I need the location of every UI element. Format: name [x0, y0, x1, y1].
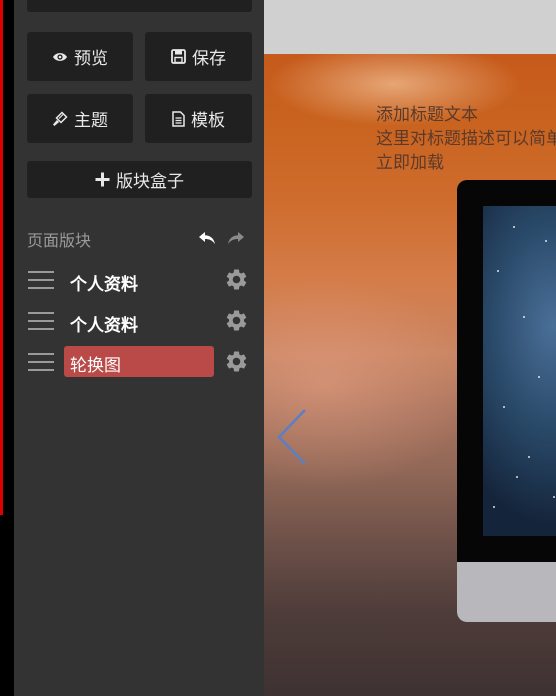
- block-list-item-active[interactable]: 轮换图: [14, 344, 264, 380]
- hero-description: 这里对标题描述可以简单: [376, 129, 556, 149]
- eye-icon: [52, 51, 68, 63]
- redo-icon[interactable]: [226, 228, 246, 248]
- gear-icon[interactable]: [224, 267, 249, 292]
- template-label: 模板: [191, 111, 225, 131]
- save-button[interactable]: 保存: [145, 32, 252, 81]
- undo-icon[interactable]: [197, 228, 217, 248]
- hero-load-link[interactable]: 立即加载: [376, 148, 444, 173]
- preview-label: 预览: [74, 49, 108, 69]
- document-icon: [172, 110, 185, 127]
- carousel-hero: 添加标题文本 这里对标题描述可以简单 立即加载: [264, 54, 556, 696]
- drag-handle-icon[interactable]: [28, 352, 54, 372]
- sidebar-top-button-edge[interactable]: [27, 0, 252, 12]
- floppy-disk-icon: [171, 49, 186, 64]
- add-block-box-button[interactable]: 版块盒子: [27, 161, 252, 198]
- block-item-label-selected[interactable]: 轮换图: [64, 346, 214, 377]
- block-box-label: 版块盒子: [116, 172, 184, 192]
- theme-label: 主题: [74, 111, 108, 131]
- chevron-left-icon[interactable]: [276, 408, 310, 466]
- gear-icon[interactable]: [224, 308, 249, 333]
- save-label: 保存: [192, 49, 226, 69]
- block-list-item[interactable]: 个人资料: [14, 303, 264, 339]
- preview-top-bar: [264, 0, 556, 54]
- hero-title: 添加标题文本: [376, 105, 478, 125]
- gear-icon[interactable]: [224, 349, 249, 374]
- template-button[interactable]: 模板: [145, 94, 252, 143]
- red-accent-bar: [0, 0, 3, 515]
- paintbrush-icon: [52, 110, 68, 127]
- block-item-label[interactable]: 个人资料: [70, 311, 138, 336]
- preview-button[interactable]: 预览: [27, 32, 133, 81]
- block-item-label[interactable]: 个人资料: [70, 270, 138, 295]
- plus-icon: [95, 172, 110, 187]
- editor-sidebar: 预览 保存 主题 模板 版块盒子 页面版块 个人资料 个人资料 轮换图: [14, 0, 264, 696]
- theme-button[interactable]: 主题: [27, 94, 133, 143]
- drag-handle-icon[interactable]: [28, 270, 54, 290]
- drag-handle-icon[interactable]: [28, 311, 54, 331]
- monitor-image: [457, 180, 556, 622]
- starry-screen: [483, 206, 556, 536]
- block-list-item[interactable]: 个人资料: [14, 262, 264, 298]
- monitor-chin: [457, 562, 556, 622]
- left-edge-strip: [0, 0, 14, 696]
- page-blocks-title: 页面版块: [27, 231, 92, 250]
